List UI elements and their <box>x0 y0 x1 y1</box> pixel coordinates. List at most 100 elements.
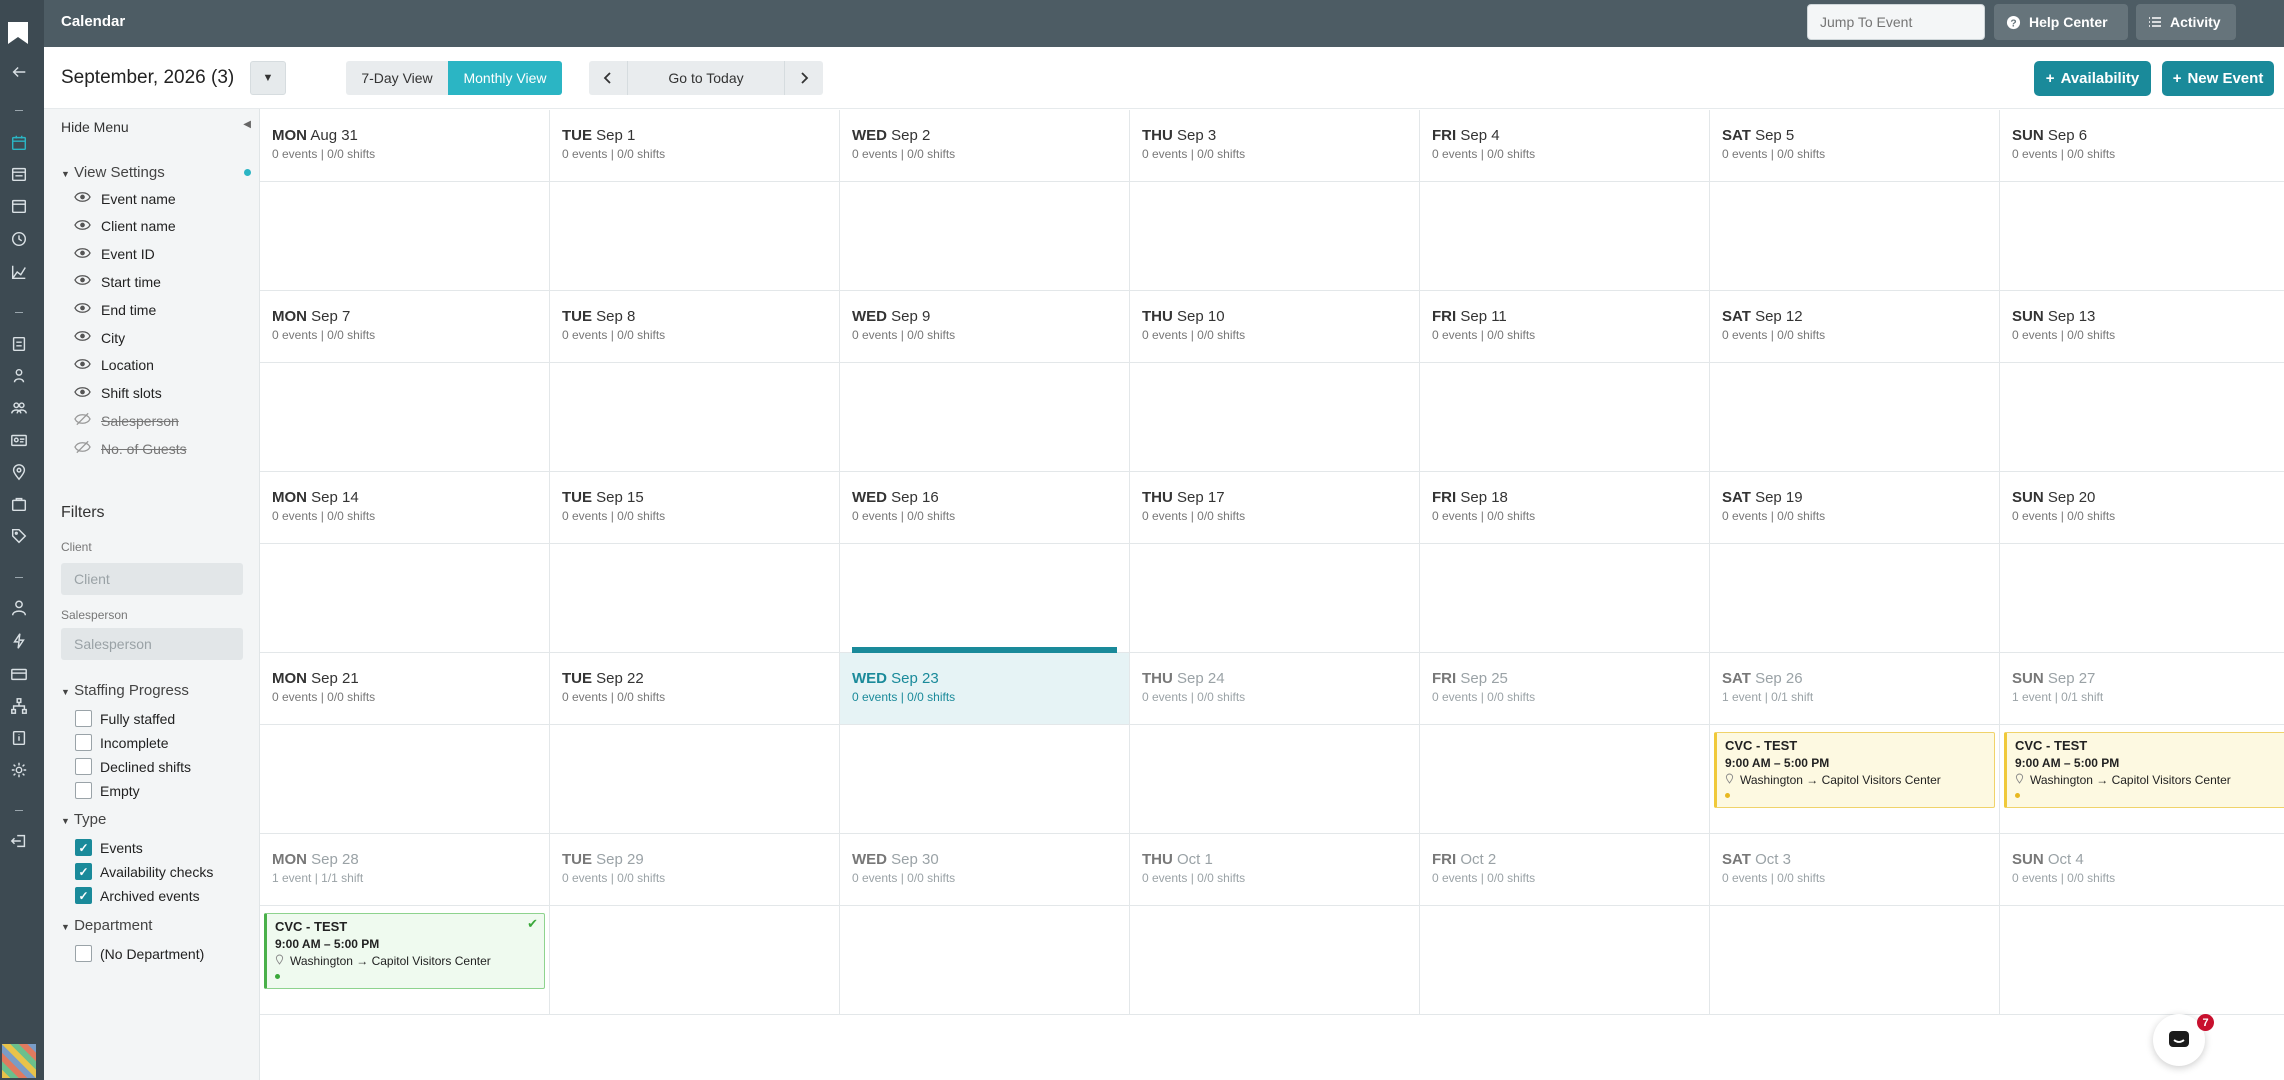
view-setting-toggle[interactable]: Shift slots <box>74 385 162 402</box>
staffing-progress-header[interactable]: ▼ Staffing Progress <box>61 682 189 699</box>
hide-menu-toggle[interactable]: Hide Menu ◀ <box>61 119 251 135</box>
checkbox[interactable]: ✓ <box>75 887 92 904</box>
calendar-day-cell[interactable]: FRI Sep 4 0 events | 0/0 shifts <box>1420 110 1710 291</box>
view-setting-toggle[interactable]: Start time <box>74 273 161 290</box>
view-setting-toggle[interactable]: End time <box>74 301 156 318</box>
calendar-day-cell[interactable]: FRI Oct 2 0 events | 0/0 shifts <box>1420 834 1710 1015</box>
checkbox[interactable] <box>75 758 92 775</box>
calendar-day-cell[interactable]: THU Oct 1 0 events | 0/0 shifts <box>1130 834 1420 1015</box>
salesperson-filter-input[interactable]: Salesperson <box>61 628 243 660</box>
lightning-icon[interactable] <box>9 631 29 651</box>
calendar-day-cell[interactable]: SAT Sep 26 1 event | 0/1 shift CVC - TEST 9… <box>1710 653 2000 834</box>
calendar-day-cell[interactable]: SAT Sep 5 0 events | 0/0 shifts <box>1710 110 2000 291</box>
tab-7-day-view[interactable]: 7-Day View <box>346 61 448 95</box>
view-setting-toggle[interactable]: Salesperson <box>74 412 179 429</box>
calendar-day-cell[interactable]: WED Sep 9 0 events | 0/0 shifts <box>840 291 1130 472</box>
filter-checkbox-item[interactable]: Declined shifts <box>75 758 191 775</box>
chart-icon[interactable] <box>9 262 29 282</box>
calendar-day-cell[interactable]: MON Sep 28 1 event | 1/1 shift CVC - TEST 9… <box>260 834 550 1015</box>
calendar-day-cell[interactable]: THU Sep 17 0 events | 0/0 shifts <box>1130 472 1420 653</box>
checkbox[interactable] <box>75 945 92 962</box>
document-icon[interactable] <box>9 334 29 354</box>
view-setting-toggle[interactable]: Client name <box>74 218 176 235</box>
calendar-day-cell[interactable]: FRI Sep 25 0 events | 0/0 shifts <box>1420 653 1710 834</box>
calendar-day-cell[interactable]: SAT Sep 12 0 events | 0/0 shifts <box>1710 291 2000 472</box>
calendar-day-cell[interactable]: SUN Oct 4 0 events | 0/0 shifts <box>2000 834 2284 1015</box>
month-dropdown-button[interactable]: ▼ <box>250 61 286 95</box>
event-card[interactable]: CVC - TEST 9:00 AM – 5:00 PM Washington → … <box>1714 732 1995 808</box>
filter-checkbox-item[interactable]: ✓ Archived events <box>75 887 200 904</box>
briefcase-icon[interactable] <box>9 494 29 514</box>
previous-month-button[interactable] <box>589 61 628 95</box>
calendar-day-cell[interactable]: WED Sep 2 0 events | 0/0 shifts <box>840 110 1130 291</box>
calendar-day-cell[interactable]: TUE Sep 15 0 events | 0/0 shifts <box>550 472 840 653</box>
view-settings-header[interactable]: ▼ View Settings <box>61 164 251 181</box>
calendar-day-cell[interactable]: TUE Sep 22 0 events | 0/0 shifts <box>550 653 840 834</box>
calendar-day-cell[interactable]: FRI Sep 18 0 events | 0/0 shifts <box>1420 472 1710 653</box>
type-header[interactable]: ▼ Type <box>61 811 106 828</box>
checkbox[interactable] <box>75 782 92 799</box>
filter-checkbox-item[interactable]: Fully staffed <box>75 710 175 727</box>
client-filter-input[interactable]: Client <box>61 563 243 595</box>
calendar-day-cell[interactable]: MON Sep 7 0 events | 0/0 shifts <box>260 291 550 472</box>
calendar-day-cell[interactable]: THU Sep 3 0 events | 0/0 shifts <box>1130 110 1420 291</box>
calendar-day-cell[interactable]: SUN Sep 27 1 event | 0/1 shift CVC - TEST 9… <box>2000 653 2284 834</box>
calendar-day-cell[interactable]: THU Sep 10 0 events | 0/0 shifts <box>1130 291 1420 472</box>
app-logo-icon[interactable] <box>6 20 30 46</box>
team-icon[interactable] <box>9 398 29 418</box>
calendar-day-cell[interactable]: TUE Sep 29 0 events | 0/0 shifts <box>550 834 840 1015</box>
view-setting-toggle[interactable]: Location <box>74 357 154 374</box>
checkbox[interactable] <box>75 734 92 751</box>
user-avatar[interactable] <box>2 1044 36 1078</box>
events-icon[interactable] <box>9 196 29 216</box>
info-document-icon[interactable] <box>9 728 29 748</box>
calendar-day-cell[interactable]: TUE Sep 8 0 events | 0/0 shifts <box>550 291 840 472</box>
calendar-day-cell[interactable]: SAT Sep 19 0 events | 0/0 shifts <box>1710 472 2000 653</box>
id-card-icon[interactable] <box>9 430 29 450</box>
location-pin-icon[interactable] <box>9 462 29 482</box>
jump-to-event-input[interactable] <box>1807 4 1985 40</box>
calendar-day-cell[interactable]: SUN Sep 20 0 events | 0/0 shifts <box>2000 472 2284 653</box>
new-event-button[interactable]: + New Event <box>2162 61 2274 96</box>
filter-checkbox-item[interactable]: ✓ Events <box>75 839 143 856</box>
filter-checkbox-item[interactable]: Empty <box>75 782 140 799</box>
checkbox[interactable] <box>75 710 92 727</box>
activity-button[interactable]: Activity <box>2136 4 2236 40</box>
calendar-day-cell[interactable]: WED Sep 16 0 events | 0/0 shifts <box>840 472 1130 653</box>
tab-monthly-view[interactable]: Monthly View <box>448 61 562 95</box>
filter-checkbox-item[interactable]: (No Department) <box>75 945 204 962</box>
checkbox[interactable]: ✓ <box>75 839 92 856</box>
staff-icon[interactable] <box>9 366 29 386</box>
schedule-icon[interactable] <box>9 164 29 184</box>
event-card[interactable]: CVC - TEST 9:00 AM – 5:00 PM Washington → … <box>2004 732 2284 808</box>
checkbox[interactable]: ✓ <box>75 863 92 880</box>
clock-icon[interactable] <box>9 229 29 249</box>
calendar-day-cell[interactable]: TUE Sep 1 0 events | 0/0 shifts <box>550 110 840 291</box>
view-setting-toggle[interactable]: Event name <box>74 190 176 207</box>
view-setting-toggle[interactable]: Event ID <box>74 246 155 263</box>
calendar-day-cell[interactable]: MON Sep 21 0 events | 0/0 shifts <box>260 653 550 834</box>
go-to-today-button[interactable]: Go to Today <box>628 61 784 95</box>
calendar-day-cell[interactable]: THU Sep 24 0 events | 0/0 shifts <box>1130 653 1420 834</box>
user-icon[interactable] <box>9 598 29 618</box>
view-setting-toggle[interactable]: City <box>74 329 125 346</box>
availability-button[interactable]: + Availability <box>2034 61 2151 96</box>
view-setting-toggle[interactable]: No. of Guests <box>74 440 187 457</box>
help-center-button[interactable]: ? Help Center <box>1994 4 2128 40</box>
filter-checkbox-item[interactable]: Incomplete <box>75 734 168 751</box>
back-arrow-icon[interactable] <box>9 62 29 82</box>
next-month-button[interactable] <box>784 61 823 95</box>
filter-checkbox-item[interactable]: ✓ Availability checks <box>75 863 213 880</box>
logout-icon[interactable] <box>9 831 29 851</box>
calendar-day-cell[interactable]: MON Sep 14 0 events | 0/0 shifts <box>260 472 550 653</box>
calendar-icon[interactable] <box>9 133 29 153</box>
tag-icon[interactable] <box>9 526 29 546</box>
event-card[interactable]: CVC - TEST 9:00 AM – 5:00 PM Washington → … <box>264 913 545 989</box>
department-header[interactable]: ▼ Department <box>61 917 152 934</box>
credit-card-icon[interactable] <box>9 664 29 684</box>
calendar-day-cell[interactable]: SUN Sep 6 0 events | 0/0 shifts <box>2000 110 2284 291</box>
calendar-day-cell[interactable]: MON Aug 31 0 events | 0/0 shifts <box>260 110 550 291</box>
org-chart-icon[interactable] <box>9 696 29 716</box>
calendar-day-cell[interactable]: WED Sep 30 0 events | 0/0 shifts <box>840 834 1130 1015</box>
calendar-day-cell[interactable]: SUN Sep 13 0 events | 0/0 shifts <box>2000 291 2284 472</box>
